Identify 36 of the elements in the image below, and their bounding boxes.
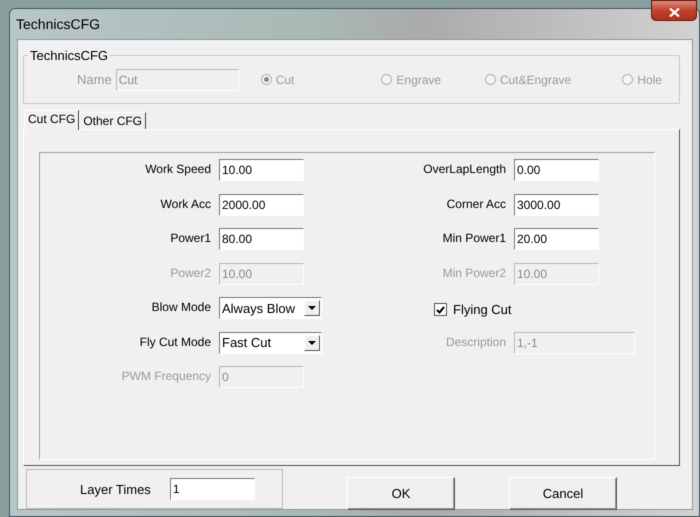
text-field[interactable]: 10.00 bbox=[219, 159, 304, 181]
tab[interactable]: Cut CFG bbox=[24, 110, 80, 130]
checkbox[interactable] bbox=[434, 303, 447, 316]
text-field[interactable]: 2000.00 bbox=[219, 194, 304, 216]
field-label: Work Speed bbox=[144, 161, 211, 176]
field-label: Work Acc bbox=[160, 196, 211, 210]
field-label: Power1 bbox=[169, 230, 211, 245]
field-label: Description bbox=[444, 334, 506, 348]
dialog-button[interactable]: OK bbox=[347, 476, 455, 510]
dialog-button[interactable]: Cancel bbox=[509, 476, 617, 510]
field-label: Layer Times bbox=[80, 482, 151, 496]
text-field[interactable]: 0.00 bbox=[514, 159, 599, 181]
text-field[interactable]: 80.00 bbox=[219, 228, 304, 250]
field-label: Fly Cut Mode bbox=[138, 334, 211, 348]
field-label: PWM Frequency bbox=[120, 368, 211, 383]
field-label: Min Power1 bbox=[442, 230, 506, 245]
close-icon bbox=[668, 8, 680, 16]
tab[interactable]: Other CFG bbox=[79, 112, 146, 129]
field-label: Min Power2 bbox=[442, 264, 506, 280]
field-label: Corner Acc bbox=[446, 196, 506, 210]
dropdown[interactable]: Always Blow bbox=[219, 297, 322, 319]
name-label: Name bbox=[77, 72, 112, 87]
field-label: Power2 bbox=[169, 264, 211, 280]
window-title: TechnicsCFG bbox=[16, 16, 100, 32]
dropdown-arrow-icon bbox=[308, 306, 316, 310]
checkbox-option[interactable]: Flying Cut bbox=[434, 297, 512, 317]
dropdown[interactable]: Fast Cut bbox=[219, 332, 322, 354]
dropdown-arrow-icon bbox=[308, 340, 316, 344]
text-field[interactable]: 3000.00 bbox=[514, 194, 599, 216]
text-field[interactable]: 20.00 bbox=[514, 228, 599, 250]
field-label: OverLapLength bbox=[422, 161, 506, 176]
group-title: TechnicsCFG bbox=[28, 48, 110, 63]
field-label: Blow Mode bbox=[150, 299, 211, 314]
close-button[interactable] bbox=[651, 0, 697, 21]
checkmark-icon bbox=[436, 306, 445, 314]
text-field[interactable]: 1 bbox=[170, 478, 255, 500]
